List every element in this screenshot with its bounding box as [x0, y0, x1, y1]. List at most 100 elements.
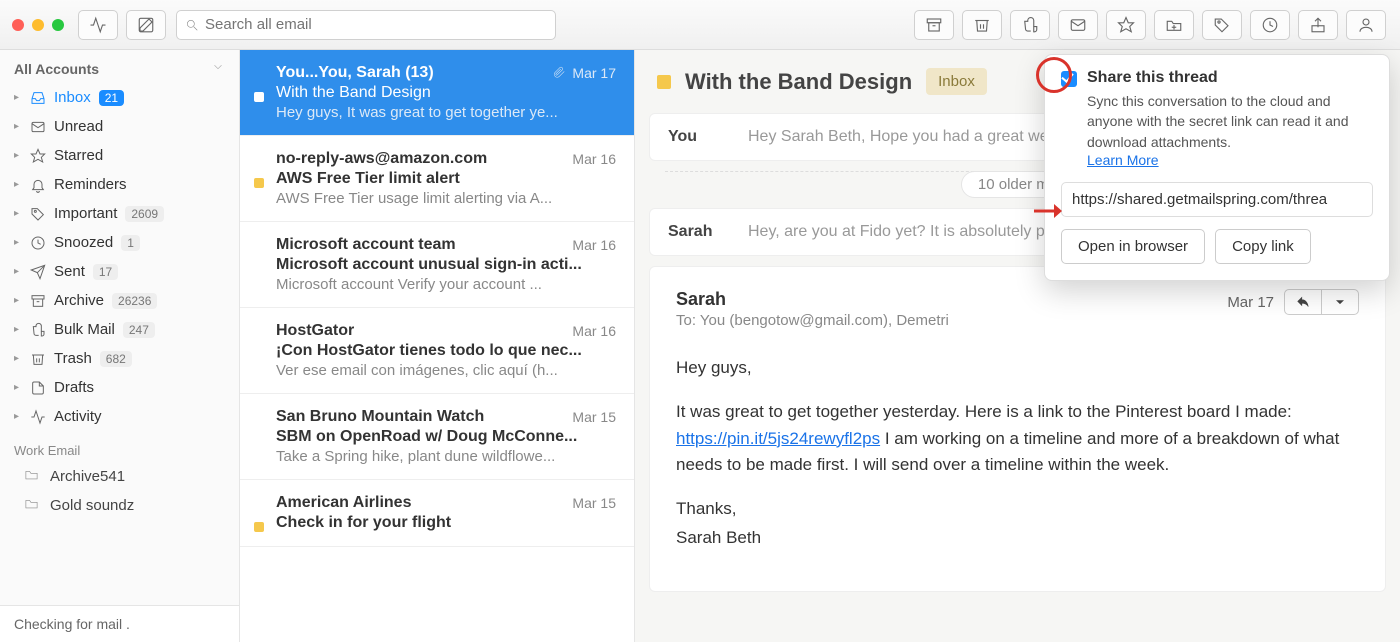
thread-date: Mar 15 [572, 495, 616, 511]
activity-button[interactable] [78, 10, 118, 40]
thread-date: Mar 15 [572, 409, 616, 425]
sidebar-item-label: Inbox [54, 89, 91, 106]
sidebar-item-important[interactable]: ▸Important2609 [6, 199, 233, 228]
sidebar-item-label: Starred [54, 147, 103, 164]
count-badge: 1 [121, 235, 140, 251]
profile-button[interactable] [1346, 10, 1386, 40]
disclosure-icon: ▸ [14, 92, 24, 103]
sidebar-item-label: Activity [54, 408, 102, 425]
mark-unread-button[interactable] [1058, 10, 1098, 40]
attachment-icon [552, 65, 566, 82]
work-email-section: Work Email [0, 431, 239, 462]
thread-snippet: Hey guys, It was great to get together y… [276, 104, 616, 121]
spam-button[interactable] [1010, 10, 1050, 40]
trash-button[interactable] [962, 10, 1002, 40]
search-icon [185, 18, 199, 32]
share-title: Share this thread [1087, 69, 1373, 87]
thread-item[interactable]: Microsoft account teamMar 16Microsoft ac… [240, 222, 634, 308]
sidebar-item-bulk-mail[interactable]: ▸ Bulk Mail 247 [6, 315, 233, 344]
learn-more-link[interactable]: Learn More [1087, 152, 1159, 168]
bell-icon [28, 177, 48, 193]
snooze-button[interactable] [1250, 10, 1290, 40]
maximize-window-button[interactable] [52, 19, 64, 31]
thread-item[interactable]: You...You, Sarah (13)Mar 17With the Band… [240, 50, 634, 136]
search-field[interactable] [176, 10, 556, 40]
sidebar-item-label: Bulk Mail [54, 321, 115, 338]
sidebar-item-snoozed[interactable]: ▸Snoozed1 [6, 228, 233, 257]
thread-item[interactable]: San Bruno Mountain Watch Mar 15 SBM on Ope… [240, 394, 634, 480]
send-icon [28, 264, 48, 280]
sidebar-item-drafts[interactable]: ▸Drafts [6, 373, 233, 402]
toolbar [0, 0, 1400, 50]
file-icon [28, 380, 48, 396]
chevron-down-icon[interactable] [1322, 290, 1358, 314]
window-controls [10, 19, 74, 31]
accounts-header: All Accounts [14, 61, 99, 77]
unread-indicator [254, 92, 264, 102]
pinterest-link[interactable]: https://pin.it/5js24rewyfl2ps [676, 429, 880, 448]
disclosure-icon: ▸ [14, 324, 24, 335]
thread-title: With the Band Design [685, 69, 912, 95]
count-badge: 247 [123, 322, 155, 338]
message-card: Sarah To: You (bengotow@gmail.com), Deme… [649, 266, 1386, 592]
star-button[interactable] [1106, 10, 1146, 40]
folder-chip[interactable]: Inbox [926, 68, 987, 95]
sidebar-item-trash[interactable]: ▸Trash682 [6, 344, 233, 373]
sidebar-item-activity[interactable]: ▸ Activity [6, 402, 233, 431]
copy-link-button[interactable]: Copy link [1215, 229, 1311, 264]
disclosure-icon: ▸ [14, 353, 24, 364]
thread-subject: ¡Con HostGator tienes todo lo que nec... [276, 342, 616, 360]
sidebar-item-starred[interactable]: ▸ Starred [6, 141, 233, 170]
sidebar-item-reminders[interactable]: ▸Reminders [6, 170, 233, 199]
thread-snippet: AWS Free Tier usage limit alerting via A… [276, 190, 616, 207]
thread-subject: SBM on OpenRoad w/ Doug McConne... [276, 428, 616, 446]
sidebar-item-inbox[interactable]: ▸Inbox21 [6, 83, 233, 112]
message-body: Hey guys, It was great to get together y… [676, 355, 1359, 551]
search-input[interactable] [205, 16, 547, 33]
sidebar-item-unread[interactable]: ▸Unread [6, 112, 233, 141]
share-checkbox[interactable] [1061, 71, 1077, 87]
subfolder-item[interactable]: Archive541 [6, 462, 233, 491]
count-badge: 17 [93, 264, 118, 280]
open-in-browser-button[interactable]: Open in browser [1061, 229, 1205, 264]
thread-from: San Bruno Mountain Watch [276, 408, 484, 426]
thread-list: You...You, Sarah (13)Mar 17With the Band… [240, 50, 635, 642]
trash-icon [28, 351, 48, 367]
mail-icon [28, 119, 48, 135]
sidebar-item-label: Drafts [54, 379, 94, 396]
tag-icon [28, 206, 48, 222]
clock-icon [28, 235, 48, 251]
count-badge: 2609 [125, 206, 164, 222]
close-window-button[interactable] [12, 19, 24, 31]
thread-item[interactable]: American AirlinesMar 15Check in for your… [240, 480, 634, 547]
thread-snippet: Microsoft account Verify your account ..… [276, 276, 616, 293]
share-button[interactable] [1298, 10, 1338, 40]
sidebar-item-archive[interactable]: ▸Archive26236 [6, 286, 233, 315]
sidebar-item-sent[interactable]: ▸Sent17 [6, 257, 233, 286]
disclosure-icon: ▸ [14, 237, 24, 248]
archive-button[interactable] [914, 10, 954, 40]
activity-icon [28, 409, 48, 425]
minimize-window-button[interactable] [32, 19, 44, 31]
thread-from: HostGator [276, 322, 354, 340]
reply-dropdown[interactable] [1284, 289, 1359, 315]
message-date: Mar 17 [1227, 294, 1274, 311]
disclosure-icon: ▸ [14, 411, 24, 422]
thread-item[interactable]: no-reply-aws@amazon.comMar 16AWS Free Ti… [240, 136, 634, 222]
reply-icon[interactable] [1285, 290, 1322, 314]
disclosure-icon: ▸ [14, 150, 24, 161]
label-button[interactable] [1202, 10, 1242, 40]
move-folder-button[interactable] [1154, 10, 1194, 40]
thread-snippet: Ver ese email con imágenes, clic aquí (h… [276, 362, 616, 379]
thread-item[interactable]: HostGatorMar 16¡Con HostGator tienes tod… [240, 308, 634, 394]
thread-subject: With the Band Design [276, 84, 616, 102]
subfolder-item[interactable]: Gold soundz [6, 491, 233, 520]
accounts-dropdown-icon[interactable] [211, 60, 225, 77]
collapsed-preview: Hey Sarah Beth, Hope you had a great wee… [748, 128, 1083, 146]
folder-icon [24, 467, 44, 486]
count-badge: 26236 [112, 293, 157, 309]
folder-icon [24, 496, 44, 515]
share-desc: Sync this conversation to the cloud and … [1087, 91, 1373, 152]
compose-button[interactable] [126, 10, 166, 40]
share-url[interactable]: https://shared.getmailspring.com/threa [1061, 182, 1373, 217]
